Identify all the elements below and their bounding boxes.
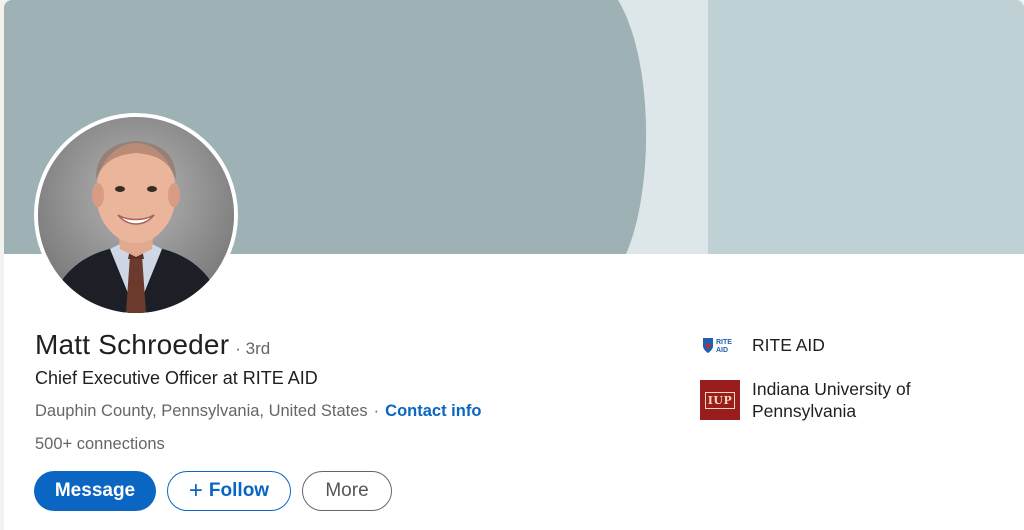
name-row: Matt Schroeder · 3rd: [35, 329, 270, 361]
org-name: RITE AID: [752, 335, 825, 355]
profile-actions: Message + Follow More: [34, 471, 392, 511]
org-item-iup[interactable]: IUP Indiana University of Pennsylvania: [700, 378, 942, 422]
svg-text:AID: AID: [716, 347, 728, 354]
plus-icon: +: [188, 477, 203, 504]
profile-location: Dauphin County, Pennsylvania, United Sta…: [35, 402, 368, 420]
connection-degree: · 3rd: [235, 339, 271, 358]
message-button-label: Message: [54, 480, 136, 501]
follow-button[interactable]: + Follow: [167, 471, 291, 511]
follow-button-label: Follow: [208, 480, 270, 501]
org-item-rite-aid[interactable]: RITE AID RITE AID: [700, 334, 825, 356]
iup-logo-text: IUP: [704, 391, 736, 409]
profile-photo[interactable]: [34, 113, 238, 317]
profile-card: Matt Schroeder · 3rd Chief Executive Off…: [4, 0, 1024, 530]
profile-headline: Chief Executive Officer at RITE AID: [35, 368, 318, 388]
rite-aid-logo: RITE AID: [700, 334, 740, 356]
connections-count[interactable]: 500+ connections: [35, 435, 165, 454]
profile-name: Matt Schroeder: [35, 329, 230, 360]
more-button-label: More: [325, 480, 369, 501]
message-button[interactable]: Message: [34, 471, 156, 511]
iup-logo: IUP: [700, 380, 740, 420]
more-button[interactable]: More: [302, 471, 392, 511]
org-name: Indiana University of Pennsylvania: [752, 379, 911, 421]
svg-text:RITE: RITE: [716, 339, 732, 346]
contact-info-link[interactable]: Contact info: [385, 402, 481, 421]
location-separator: ·: [373, 402, 380, 420]
location-row: Dauphin County, Pennsylvania, United Sta…: [35, 402, 481, 421]
